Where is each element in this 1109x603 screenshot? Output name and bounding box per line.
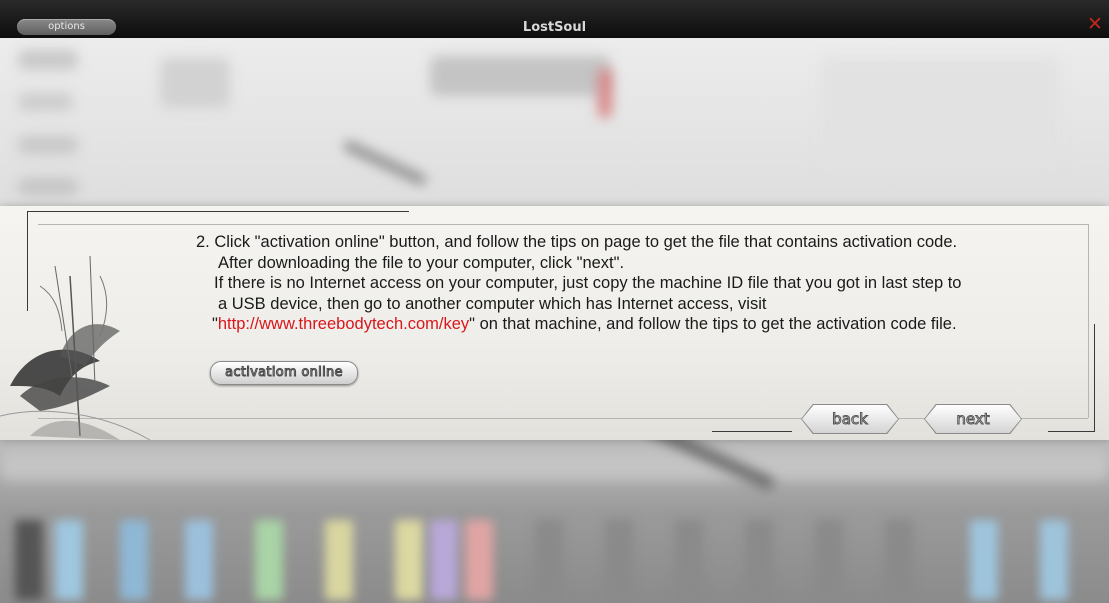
instruction-line-4: a USB device, then go to another compute…: [218, 294, 767, 313]
window-title: LostSoul: [522, 20, 587, 35]
instruction-line-5: "http://www.threebodytech.com/key" on th…: [196, 314, 1076, 335]
instruction-line-2: After downloading the file to your compu…: [218, 253, 625, 272]
url-line-tail: " on that machine, and follow the tips t…: [469, 315, 957, 334]
frame-line-bottom-right: [1048, 431, 1095, 432]
frame-line-top: [27, 211, 409, 212]
frame-line-inner-top: [38, 224, 1088, 225]
activation-dialog: 2. Click "activation online" button, and…: [0, 206, 1109, 440]
title-bar: options LostSoul ✕: [0, 0, 1109, 38]
instruction-line-3: If there is no Internet access on your c…: [214, 274, 962, 293]
next-button[interactable]: next: [925, 405, 1021, 433]
frame-line-inner-right: [1088, 224, 1089, 418]
activation-url-link[interactable]: http://www.threebodytech.com/key: [218, 315, 469, 333]
back-button[interactable]: back: [802, 405, 898, 433]
blurred-background-top: [0, 38, 1109, 206]
instructions-text: 2. Click "activation online" button, and…: [196, 232, 1076, 335]
frame-line-right: [1094, 324, 1095, 432]
instruction-line-1: 2. Click "activation online" button, and…: [196, 233, 958, 251]
activation-online-button[interactable]: activatiom online: [210, 361, 358, 385]
close-icon[interactable]: ✕: [1087, 15, 1103, 34]
frame-line-bottom-mid: [712, 431, 792, 432]
lotus-painting-icon: [0, 255, 151, 440]
